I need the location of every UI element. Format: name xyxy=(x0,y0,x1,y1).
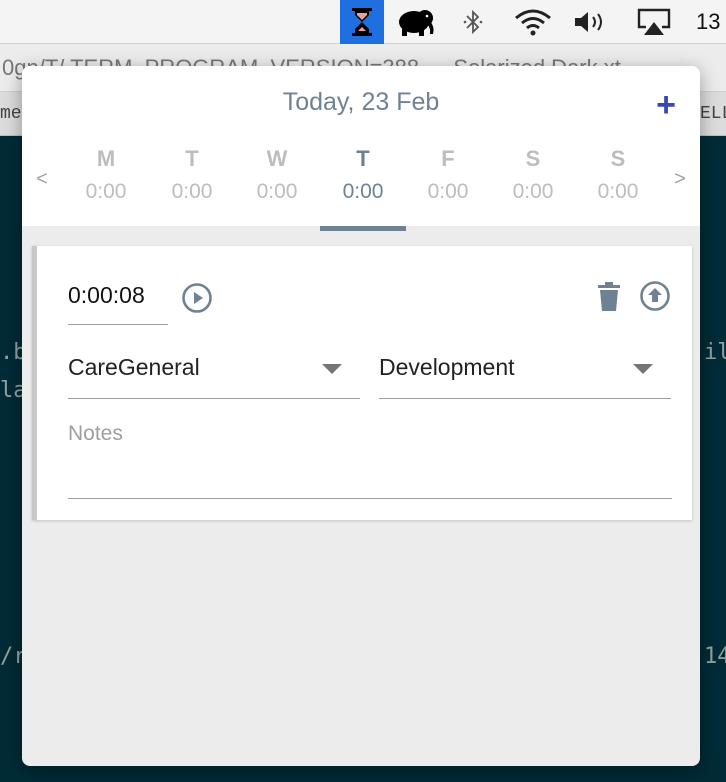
elephant-icon[interactable] xyxy=(392,0,438,44)
day-sunday[interactable]: S 0:00 xyxy=(575,144,661,226)
bluetooth-icon[interactable] xyxy=(458,0,488,44)
notes-field[interactable]: Notes xyxy=(68,416,672,499)
terminal-tab-right[interactable]: ELL xyxy=(700,92,726,136)
hourglass-icon[interactable] xyxy=(340,0,384,44)
day-total: 0:00 xyxy=(171,180,213,203)
day-letter: T xyxy=(356,146,370,171)
add-entry-button[interactable]: + xyxy=(650,88,682,122)
project-select[interactable]: CareGeneral xyxy=(68,346,360,399)
upload-circle-icon xyxy=(640,281,670,311)
selected-day-indicator xyxy=(320,226,406,231)
date-title: Today, 23 Feb xyxy=(282,88,440,116)
category-select[interactable]: Development xyxy=(379,346,671,399)
day-tuesday[interactable]: T 0:00 xyxy=(149,144,235,226)
day-letter: W xyxy=(266,146,288,171)
airplay-icon[interactable] xyxy=(632,0,676,44)
day-friday[interactable]: F 0:00 xyxy=(405,144,491,226)
project-value: CareGeneral xyxy=(68,354,200,380)
delete-button[interactable] xyxy=(595,282,623,312)
trash-icon xyxy=(598,282,620,311)
category-value: Development xyxy=(379,354,515,380)
day-letter: F xyxy=(441,146,455,171)
dropdown-arrow-icon xyxy=(322,364,342,374)
menu-bar: 13 xyxy=(0,0,726,44)
timer-underline xyxy=(68,324,168,325)
day-total: 0:00 xyxy=(512,180,554,203)
wifi-icon[interactable] xyxy=(510,0,556,44)
day-monday[interactable]: M 0:00 xyxy=(63,144,149,226)
week-header: Today, 23 Feb + < > M 0:00 T 0:00 W 0:00… xyxy=(22,66,700,226)
play-button[interactable] xyxy=(181,282,213,314)
day-letter: S xyxy=(525,146,541,171)
day-letter: S xyxy=(610,146,626,171)
day-total: 0:00 xyxy=(85,180,127,203)
day-letter: M xyxy=(96,146,116,171)
day-thursday[interactable]: T 0:00 xyxy=(320,144,406,226)
upload-button[interactable] xyxy=(639,280,671,312)
time-entry-card: 0:00:08 CareGeneral Development Notes xyxy=(32,246,692,520)
volume-icon[interactable] xyxy=(570,0,610,44)
day-total: 0:00 xyxy=(342,180,384,203)
play-icon xyxy=(182,283,212,313)
day-letter: T xyxy=(185,146,199,171)
day-total: 0:00 xyxy=(256,180,298,203)
day-saturday[interactable]: S 0:00 xyxy=(490,144,576,226)
time-tracker-popover: Today, 23 Feb + < > M 0:00 T 0:00 W 0:00… xyxy=(22,66,700,766)
menubar-clock[interactable]: 13 xyxy=(696,0,726,44)
next-week-button[interactable]: > xyxy=(670,168,690,192)
terminal-text-line: 14 xyxy=(704,644,726,669)
prev-week-button[interactable]: < xyxy=(32,168,52,192)
notes-placeholder: Notes xyxy=(68,422,123,445)
day-total: 0:00 xyxy=(427,180,469,203)
terminal-tab-left[interactable]: me xyxy=(0,92,24,136)
day-wednesday[interactable]: W 0:00 xyxy=(234,144,320,226)
dropdown-arrow-icon xyxy=(633,364,653,374)
terminal-text-line: il xyxy=(704,340,726,365)
day-total: 0:00 xyxy=(597,180,639,203)
timer-display[interactable]: 0:00:08 xyxy=(68,282,168,308)
